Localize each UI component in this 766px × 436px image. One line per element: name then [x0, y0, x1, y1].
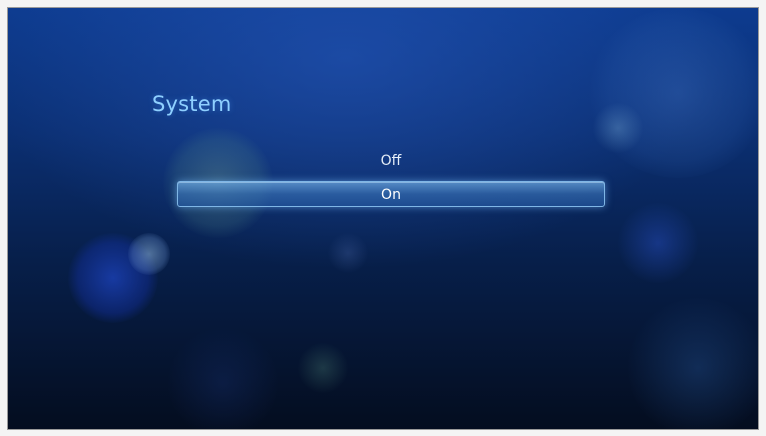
option-on-selected[interactable]: On — [177, 181, 605, 207]
outer-frame: System Off On — [0, 0, 766, 436]
background-bokeh — [68, 233, 158, 323]
background-bokeh — [328, 233, 368, 273]
tv-screen: System Off On — [7, 7, 759, 430]
background-bokeh — [128, 233, 170, 275]
background-bokeh — [618, 203, 698, 283]
background-bokeh — [593, 103, 643, 153]
page-title: System — [152, 92, 232, 116]
background-bokeh — [628, 298, 758, 429]
background-bokeh — [588, 8, 758, 178]
background-bokeh — [168, 328, 278, 429]
background-bokeh — [298, 343, 348, 393]
option-off[interactable]: Off — [177, 148, 605, 174]
